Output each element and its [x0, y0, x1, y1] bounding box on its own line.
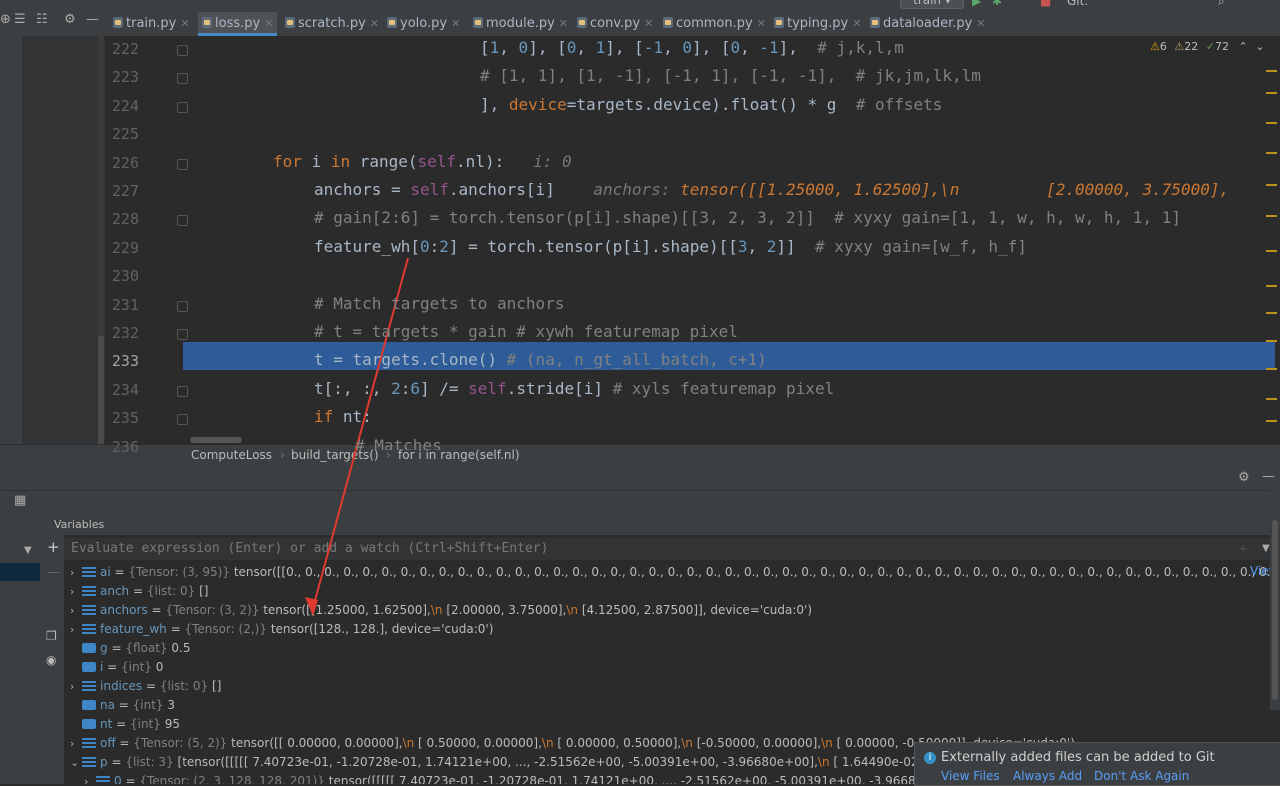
code-line[interactable]: # gain[2:6] = torch.tensor(p[i].shape)[[…: [314, 208, 1181, 227]
line-number[interactable]: 234: [22, 381, 139, 399]
line-number[interactable]: 222: [22, 40, 139, 58]
inline-debug-value: i: 0: [533, 151, 572, 171]
line-number[interactable]: 226: [22, 154, 139, 172]
line-number[interactable]: 228: [22, 210, 139, 228]
code-line[interactable]: ], device=targets.device).float() * g # …: [480, 95, 942, 114]
code-line[interactable]: # Matches: [355, 436, 442, 450]
line-number[interactable]: 230: [22, 267, 139, 285]
fold-marker-icon[interactable]: [177, 385, 188, 397]
fold-marker-icon[interactable]: [177, 329, 188, 340]
line-number[interactable]: 236: [22, 438, 139, 456]
fold-marker-icon[interactable]: [177, 300, 188, 312]
line-number[interactable]: 227: [22, 182, 139, 200]
code-line[interactable]: t[:, :, 2:6] /= self.stride[i] # xyls fe…: [314, 379, 834, 398]
fold-marker-icon[interactable]: [177, 158, 188, 170]
code-line[interactable]: # [1, 1], [1, -1], [-1, 1], [-1, -1], # …: [480, 66, 981, 85]
code-line[interactable]: # t = targets * gain # xywh featuremap p…: [314, 322, 738, 341]
line-number[interactable]: 224: [22, 97, 139, 115]
inline-debug-value: tensor([[1.25000, 1.62500],\n [2.00000, …: [680, 180, 1230, 199]
line-number[interactable]: 229: [22, 239, 139, 257]
line-number[interactable]: 232: [22, 324, 139, 342]
code-line[interactable]: # Match targets to anchors: [314, 294, 564, 313]
fold-marker-icon[interactable]: [177, 73, 188, 85]
fold-marker-icon[interactable]: [177, 45, 188, 56]
code-line[interactable]: [1, 0], [0, 1], [-1, 0], [0, -1], # j,k,…: [480, 38, 904, 57]
code-line[interactable]: if nt:: [314, 407, 372, 426]
line-number[interactable]: 233: [22, 352, 139, 370]
annotation-arrow-head: [305, 597, 318, 616]
line-number[interactable]: 231: [22, 296, 139, 314]
inline-debug-label: anchors:: [593, 180, 671, 199]
code-line[interactable]: feature_wh[0:2] = torch.tensor(p[i].shap…: [314, 237, 1027, 256]
line-number[interactable]: 225: [22, 125, 139, 143]
fold-marker-icon[interactable]: [177, 101, 188, 113]
fold-marker-icon[interactable]: [177, 414, 188, 426]
line-number[interactable]: 235: [22, 409, 139, 427]
line-number[interactable]: 223: [22, 68, 139, 86]
code-line[interactable]: t = targets.clone() # (na, n_gt_all_batc…: [314, 350, 767, 369]
fold-marker-icon[interactable]: [177, 215, 188, 227]
code-line[interactable]: for i in range(self.nl): i: 0: [273, 152, 572, 171]
code-line[interactable]: anchors = self.anchors[i] anchors: tenso…: [314, 180, 1229, 199]
